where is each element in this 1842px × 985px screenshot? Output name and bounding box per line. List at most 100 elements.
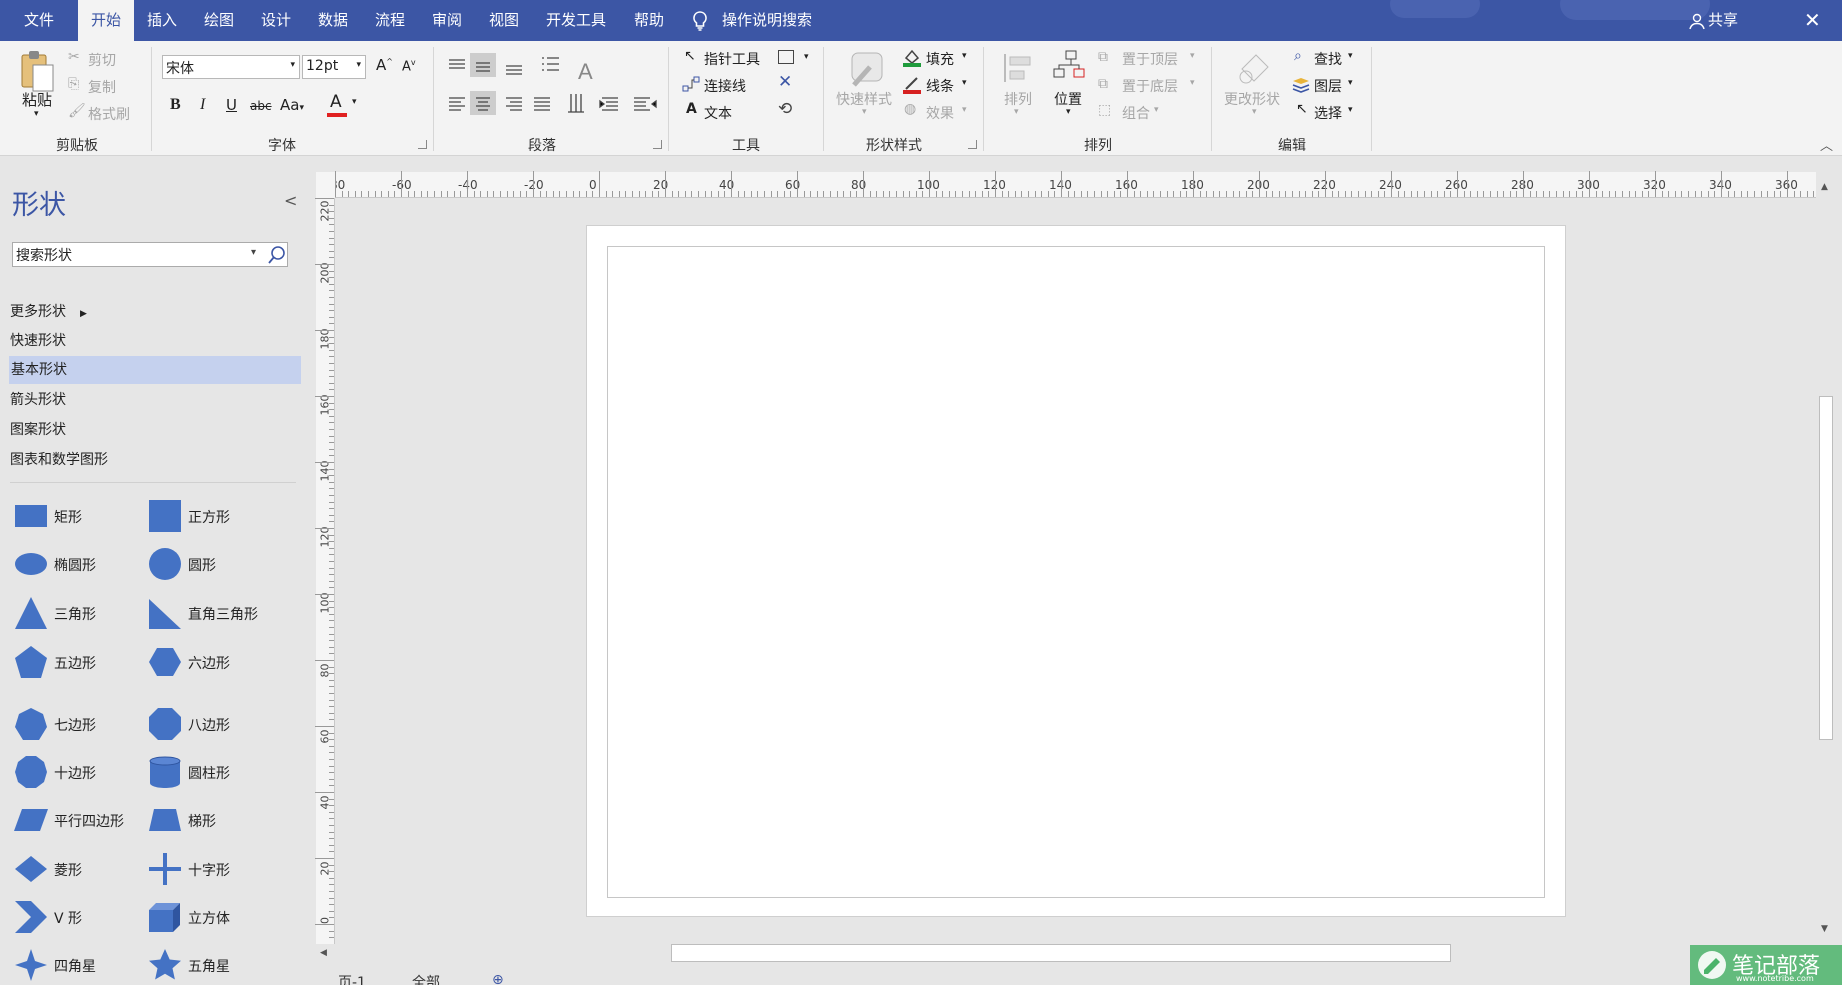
ruler-tick bbox=[1516, 191, 1518, 197]
ruler-tick bbox=[329, 475, 334, 477]
cross-icon bbox=[149, 853, 181, 885]
stencil-arrow-shapes[interactable]: 箭头形状 bbox=[10, 386, 66, 414]
position-button[interactable]: 位置 bbox=[1054, 89, 1082, 109]
ruler-tick bbox=[876, 191, 878, 197]
format-painter-button[interactable]: 格式刷 bbox=[88, 104, 130, 124]
vertical-scrollbar[interactable]: ▲ ▼ bbox=[1816, 180, 1836, 940]
send-back-button[interactable]: 置于底层 bbox=[1122, 76, 1178, 96]
paragraph-align-icons[interactable]: A bbox=[446, 53, 660, 131]
underline-button[interactable]: U bbox=[226, 96, 237, 114]
drawing-canvas[interactable] bbox=[336, 198, 1816, 944]
page-tab[interactable]: 页-1 bbox=[338, 972, 366, 985]
chevron-down-icon[interactable]: ▾ bbox=[1348, 78, 1353, 88]
change-case-button[interactable]: Aa▾ bbox=[280, 96, 304, 114]
chevron-down-icon[interactable]: ▾ bbox=[1348, 51, 1353, 61]
ruler-tick bbox=[414, 191, 416, 197]
stencil-more-shapes[interactable]: 更多形状 ▶ bbox=[10, 298, 87, 326]
ruler-tick bbox=[962, 191, 963, 197]
scroll-left-icon[interactable]: ◀ bbox=[320, 948, 327, 958]
horizontal-scrollbar[interactable]: ◀ bbox=[316, 944, 1816, 964]
tell-me-search[interactable]: 操作说明搜索 bbox=[722, 0, 812, 41]
share-button[interactable]: 共享 bbox=[1689, 0, 1738, 41]
ruler-tick bbox=[816, 191, 818, 197]
chevron-down-icon[interactable]: ▾ bbox=[962, 78, 967, 88]
chevron-down-icon[interactable]: ▾ bbox=[251, 247, 256, 258]
font-family-select[interactable]: 宋体 ▾ bbox=[162, 55, 300, 79]
drawing-page[interactable] bbox=[586, 225, 1566, 917]
shrink-font-button[interactable]: Av bbox=[402, 58, 416, 74]
search-shapes-input[interactable] bbox=[16, 243, 246, 266]
grow-font-button[interactable]: A^ bbox=[376, 56, 393, 74]
bring-front-button[interactable]: 置于顶层 bbox=[1122, 49, 1178, 69]
stencil-quick-shapes[interactable]: 快速形状 bbox=[10, 327, 66, 355]
ruler-tick bbox=[329, 508, 334, 510]
paste-button[interactable]: 粘贴 bbox=[22, 89, 52, 110]
layers-button[interactable]: 图层 bbox=[1314, 76, 1342, 96]
add-page-icon[interactable]: ⊕ bbox=[492, 972, 504, 985]
rotate-text-icon[interactable]: ⟲ bbox=[778, 99, 792, 119]
tab-review[interactable]: 审阅 bbox=[432, 0, 462, 41]
stencil-basic-shapes[interactable]: 基本形状 bbox=[9, 356, 301, 384]
chevron-down-icon[interactable]: ▾ bbox=[1066, 107, 1071, 117]
dialog-launcher-icon[interactable] bbox=[968, 140, 977, 149]
search-icon[interactable] bbox=[267, 245, 287, 265]
ruler-tick bbox=[329, 349, 334, 351]
arrange-button[interactable]: 排列 bbox=[1004, 89, 1032, 109]
dialog-launcher-icon[interactable] bbox=[653, 140, 662, 149]
paste-dropdown-icon[interactable]: ▾ bbox=[34, 109, 39, 119]
tab-developer[interactable]: 开发工具 bbox=[546, 0, 606, 41]
all-pages-tab[interactable]: 全部 bbox=[412, 972, 440, 985]
tab-data[interactable]: 数据 bbox=[318, 0, 348, 41]
connector-button[interactable]: 连接线 bbox=[704, 76, 746, 96]
ruler-tick bbox=[750, 191, 752, 197]
close-connector-icon[interactable]: ✕ bbox=[778, 72, 792, 92]
ruler-tick bbox=[513, 191, 515, 197]
ruler-tick bbox=[361, 191, 363, 197]
group-button[interactable]: 组合 bbox=[1122, 103, 1150, 123]
bold-button[interactable]: B bbox=[170, 96, 181, 114]
ruler-tick bbox=[329, 541, 334, 543]
tab-view[interactable]: 视图 bbox=[489, 0, 519, 41]
select-button[interactable]: 选择 bbox=[1314, 103, 1342, 123]
close-icon[interactable]: ✕ bbox=[1804, 0, 1821, 41]
tab-design[interactable]: 设计 bbox=[261, 0, 291, 41]
fill-button[interactable]: 填充 bbox=[926, 49, 954, 69]
font-color-button[interactable]: A bbox=[327, 92, 347, 117]
ruler-tick bbox=[1589, 171, 1590, 197]
tab-file[interactable]: 文件 bbox=[24, 0, 54, 41]
chevron-down-icon[interactable]: ▾ bbox=[1348, 105, 1353, 115]
effects-button[interactable]: 效果 bbox=[926, 103, 954, 123]
dialog-launcher-icon[interactable] bbox=[418, 140, 427, 149]
strikethrough-button[interactable]: abc bbox=[250, 99, 272, 113]
tab-home[interactable]: 开始 bbox=[78, 0, 134, 41]
font-size-select[interactable]: 12pt ▾ bbox=[302, 55, 366, 79]
italic-button[interactable]: I bbox=[200, 96, 205, 114]
stencil-pattern-shapes[interactable]: 图案形状 bbox=[10, 416, 66, 444]
stencil-chart-math-shapes[interactable]: 图表和数学图形 bbox=[10, 446, 108, 474]
find-button[interactable]: 查找 bbox=[1314, 49, 1342, 69]
tab-help[interactable]: 帮助 bbox=[634, 0, 664, 41]
change-shape-button[interactable]: 更改形状 bbox=[1224, 89, 1280, 109]
tab-insert[interactable]: 插入 bbox=[147, 0, 177, 41]
chevron-down-icon[interactable]: ▾ bbox=[352, 97, 357, 107]
ruler-tick bbox=[1754, 191, 1755, 197]
cut-button[interactable]: 剪切 bbox=[88, 50, 116, 70]
copy-button[interactable]: 复制 bbox=[88, 77, 116, 97]
scroll-down-icon[interactable]: ▼ bbox=[1821, 924, 1828, 934]
chevron-down-icon[interactable]: ▾ bbox=[962, 51, 967, 61]
pointer-tool-button[interactable]: 指针工具 bbox=[704, 49, 760, 69]
collapse-ribbon-icon[interactable]: ︿ bbox=[1820, 135, 1833, 154]
quick-styles-button[interactable]: 快速样式 bbox=[836, 89, 892, 109]
horizontal-scroll-thumb[interactable] bbox=[671, 944, 1451, 962]
rectangle-tool-icon[interactable] bbox=[778, 50, 794, 64]
tab-draw[interactable]: 绘图 bbox=[204, 0, 234, 41]
tab-process[interactable]: 流程 bbox=[375, 0, 405, 41]
line-button[interactable]: 线条 bbox=[926, 76, 954, 96]
vertical-scroll-thumb[interactable] bbox=[1819, 396, 1833, 740]
ruler-tick bbox=[1556, 191, 1557, 197]
collapse-pane-icon[interactable]: < bbox=[284, 191, 297, 210]
text-tool-button[interactable]: 文本 bbox=[704, 103, 732, 123]
scroll-up-icon[interactable]: ▲ bbox=[1821, 182, 1828, 192]
group-separator bbox=[1371, 47, 1372, 151]
chevron-down-icon[interactable]: ▾ bbox=[804, 52, 809, 62]
